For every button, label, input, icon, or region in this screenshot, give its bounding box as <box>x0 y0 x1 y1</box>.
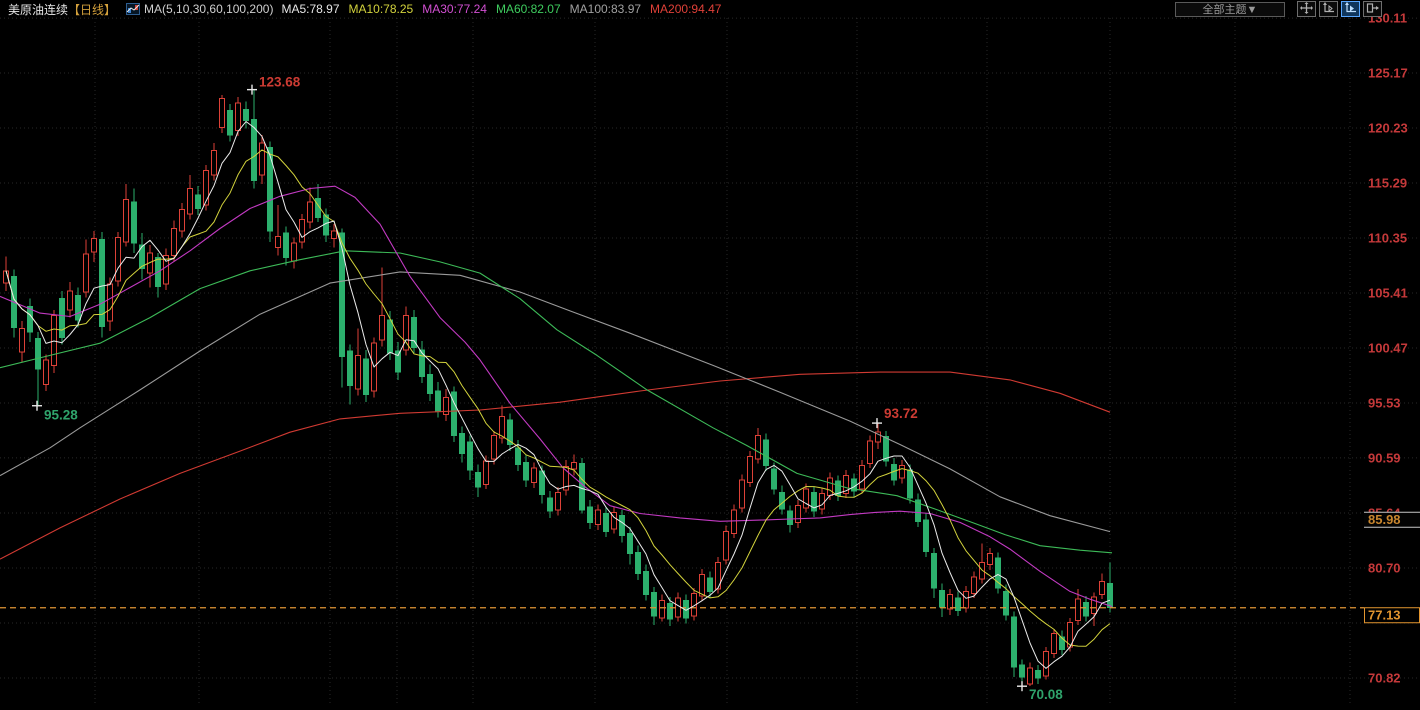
period-tag: 【日线】 <box>68 1 116 18</box>
theme-dropdown-label: 全部主题▼ <box>1203 1 1258 17</box>
ma-value-label: MA60:82.07 <box>496 2 561 16</box>
y-tick-label: 125.17 <box>1368 66 1408 81</box>
pan-icon <box>1300 2 1313 17</box>
y-tick-label: 120.23 <box>1368 121 1408 136</box>
axis-auto-button[interactable] <box>1341 1 1360 17</box>
ma-lines <box>0 122 1112 669</box>
grid-lines <box>0 18 1420 705</box>
secondary-price-label: 85.98 <box>1368 512 1401 527</box>
ma-value-label: MA5:78.97 <box>281 2 339 16</box>
y-tick-label: 90.59 <box>1368 450 1401 465</box>
symbol-title: 美原油连续 <box>8 1 68 18</box>
y-tick-label: 100.47 <box>1368 340 1408 355</box>
annotation-label: 95.28 <box>44 408 78 423</box>
axis-auto-icon <box>1344 2 1357 17</box>
annotation-label: 70.08 <box>1029 687 1063 702</box>
ma-value-label: MA200:94.47 <box>650 2 721 16</box>
shift-right-icon <box>1366 2 1379 17</box>
secondary-price-box: 85.98 <box>1364 512 1420 527</box>
theme-dropdown[interactable]: 全部主题▼ <box>1175 2 1285 17</box>
ma-line-ma30 <box>0 186 1112 606</box>
y-tick-label: 95.53 <box>1368 395 1401 410</box>
axis-scale-icon <box>1322 2 1335 17</box>
chart-header: 美原油连续 【日线】 MA(5,10,30,60,100,200) MA5:78… <box>0 0 1420 18</box>
y-tick-label: 80.70 <box>1368 561 1401 576</box>
ma-values-group: MA5:78.97 MA10:78.25 MA30:77.24 MA60:82.07 M… <box>281 2 730 16</box>
y-tick-label: 105.41 <box>1368 285 1408 300</box>
shift-right-button[interactable] <box>1363 1 1382 17</box>
y-axis-labels: 130.11125.17120.23115.29110.35105.41100.… <box>1368 11 1408 686</box>
ma-line-ma10 <box>6 150 1110 646</box>
ma-line-ma5 <box>6 122 1110 669</box>
ma-value-label: MA10:78.25 <box>349 2 414 16</box>
current-price-label: 77.13 <box>1368 608 1401 623</box>
candlestick-chart[interactable]: 123.6895.2893.7270.08130.11125.17120.231… <box>0 0 1420 705</box>
y-tick-label: 110.35 <box>1368 231 1407 246</box>
ma-value-label: MA30:77.24 <box>422 2 487 16</box>
y-tick-label: 70.82 <box>1368 670 1401 685</box>
y-tick-label: 115.29 <box>1368 176 1407 191</box>
chart-type-icon[interactable] <box>126 3 140 15</box>
current-price-box: 77.13 <box>1365 608 1420 623</box>
axis-scale-button[interactable] <box>1319 1 1338 17</box>
pan-tool-button[interactable] <box>1297 1 1316 17</box>
annotations: 123.68 95.28 93.72 70.08 <box>32 75 1063 703</box>
annotation-label: 93.72 <box>884 406 918 421</box>
annotation-label: 123.68 <box>259 75 301 90</box>
header-left: 美原油连续 【日线】 MA(5,10,30,60,100,200) MA5:78… <box>0 1 730 18</box>
header-toolbar: 全部主题▼ <box>1175 1 1382 17</box>
candles-layer <box>4 90 1113 687</box>
ma-config-label: MA(5,10,30,60,100,200) <box>144 2 273 16</box>
ma-value-label: MA100:83.97 <box>570 2 641 16</box>
